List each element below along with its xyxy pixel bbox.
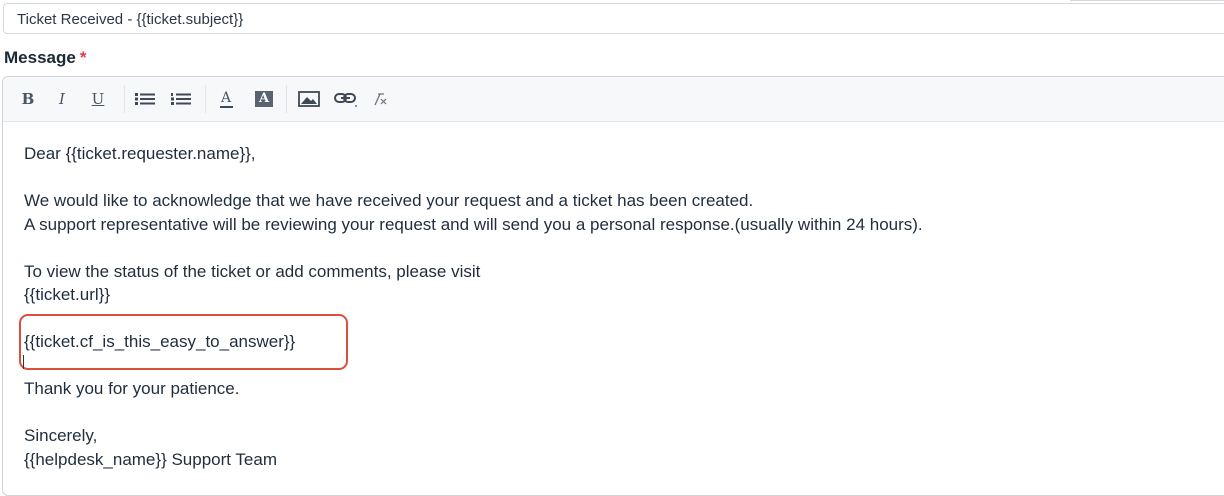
text-color-button[interactable]: A bbox=[217, 88, 235, 110]
background-color-icon: A bbox=[255, 91, 273, 107]
text-color-underline bbox=[219, 105, 233, 108]
numbered-list-button[interactable] bbox=[170, 88, 192, 110]
clear-formatting-button[interactable] bbox=[371, 88, 389, 110]
body-line: Sincerely, bbox=[24, 426, 98, 445]
body-line: We would like to acknowledge that we hav… bbox=[24, 191, 754, 210]
body-line: Thank you for your patience. bbox=[24, 379, 240, 398]
body-line: {{ticket.url}} bbox=[24, 285, 111, 304]
body-top-padding bbox=[24, 123, 1224, 142]
bold-button[interactable]: B bbox=[20, 88, 36, 110]
bulleted-list-icon bbox=[135, 93, 155, 105]
numbered-list-icon bbox=[171, 93, 191, 105]
toolbar-separator bbox=[124, 85, 125, 113]
bulleted-list-button[interactable] bbox=[134, 88, 156, 110]
toolbar-separator bbox=[205, 85, 206, 113]
message-body[interactable]: Dear {{ticket.requester.name}}, We would… bbox=[24, 123, 1224, 471]
text-color-icon: A bbox=[220, 89, 232, 106]
body-line bbox=[24, 166, 1224, 190]
highlight-annotation-box bbox=[19, 314, 348, 370]
editor-toolbar: B I U A A bbox=[3, 77, 1224, 122]
body-line: A support representative will be reviewi… bbox=[24, 214, 923, 234]
message-editor[interactable]: B I U A A Dear {{ticket.requester.name}}… bbox=[2, 76, 1224, 496]
message-label: Message * bbox=[4, 48, 86, 68]
underline-icon: U bbox=[91, 90, 105, 108]
body-line: Dear {{ticket.requester.name}}, bbox=[24, 144, 256, 163]
bold-icon: B bbox=[21, 90, 35, 108]
body-line: {{helpdesk_name}} Support Team bbox=[24, 449, 277, 469]
toolbar-separator bbox=[286, 85, 287, 113]
text-caret bbox=[23, 355, 24, 369]
italic-icon: I bbox=[59, 90, 65, 108]
insert-link-button[interactable] bbox=[333, 88, 359, 110]
subject-input-value[interactable]: Ticket Received - {{ticket.subject}} bbox=[17, 11, 243, 28]
message-label-text: Message bbox=[4, 48, 76, 67]
body-line: To view the status of the ticket or add … bbox=[24, 261, 481, 281]
image-icon bbox=[298, 91, 320, 107]
required-marker: * bbox=[79, 48, 87, 67]
clear-format-icon bbox=[374, 93, 387, 106]
italic-button[interactable]: I bbox=[54, 88, 70, 110]
underline-button[interactable]: U bbox=[90, 88, 106, 110]
background-color-button[interactable]: A bbox=[254, 88, 274, 110]
top-divider bbox=[1070, 0, 1224, 1]
subject-input[interactable]: Ticket Received - {{ticket.subject}} bbox=[3, 3, 1224, 34]
link-icon bbox=[334, 93, 357, 107]
body-line bbox=[24, 236, 1224, 260]
body-line bbox=[24, 401, 1224, 425]
insert-image-button[interactable] bbox=[297, 88, 321, 110]
